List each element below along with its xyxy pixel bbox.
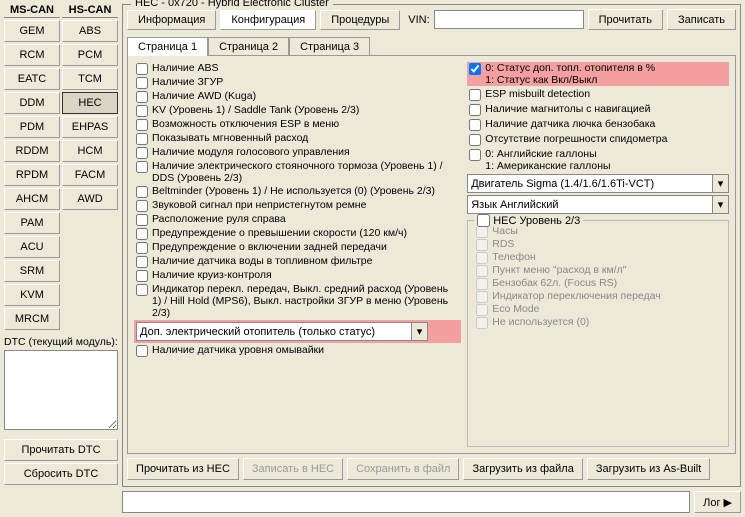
check-cruise[interactable]: Наличие круиз-контроля bbox=[134, 269, 461, 282]
grp-check-gear-ind[interactable]: Индикатор переключения передач bbox=[474, 290, 722, 303]
hs-can-column: HS-CAN ABS PCM TCM HEC EHPAS HCM FACM AW… bbox=[62, 4, 118, 330]
chevron-down-icon: ▾ bbox=[712, 175, 728, 192]
vin-input[interactable] bbox=[434, 10, 584, 29]
module-rddm[interactable]: RDDM bbox=[4, 140, 60, 162]
module-pam[interactable]: PAM bbox=[4, 212, 60, 234]
check-instant-cons[interactable]: Показывать мгновенный расход bbox=[134, 132, 461, 145]
subtab-page3[interactable]: Страница 3 bbox=[289, 37, 370, 56]
check-abs[interactable]: Наличие ABS bbox=[134, 62, 461, 75]
check-zgur[interactable]: Наличие ЗГУР bbox=[134, 76, 461, 89]
save-file-button[interactable]: Сохранить в файл bbox=[347, 458, 459, 480]
check-esp-misbuilt[interactable]: ESP misbuilt detection bbox=[467, 88, 729, 101]
check-heater-status-mode[interactable]: 0: Статус доп. топл. отопителя в % 1: Ст… bbox=[467, 62, 729, 86]
module-ahcm[interactable]: AHCM bbox=[4, 188, 60, 210]
check-washer-level[interactable]: Наличие датчика уровня омывайки bbox=[134, 344, 461, 357]
engine-combo[interactable]: Двигатель Sigma (1.4/1.6/1.6Ti-VCT) ▾ bbox=[467, 174, 729, 193]
check-gear-indicator[interactable]: Индикатор перекл. передач, Выкл. средний… bbox=[134, 283, 461, 319]
check-voice-module[interactable]: Наличие модуля голосового управления bbox=[134, 146, 461, 159]
group-enable-check[interactable] bbox=[477, 214, 490, 227]
check-reverse-warn[interactable]: Предупреждение о включении задней переда… bbox=[134, 241, 461, 254]
grp-check-unused[interactable]: Не используется (0) bbox=[474, 316, 722, 329]
subtab-page1[interactable]: Страница 1 bbox=[127, 37, 208, 56]
module-srm[interactable]: SRM bbox=[4, 260, 60, 282]
check-kv-saddle[interactable]: KV (Уровень 1) / Saddle Tank (Уровень 2/… bbox=[134, 104, 461, 117]
group-title: HEC Уровень 2/3 bbox=[493, 215, 580, 227]
load-file-button[interactable]: Загрузить из файла bbox=[463, 458, 582, 480]
hec-level-group: HEC Уровень 2/3 Часы RDS Телефон Пункт м… bbox=[467, 220, 729, 447]
frame-title: HEC - 0x720 - Hybrid Electronic Cluster bbox=[131, 0, 333, 9]
load-asbuilt-button[interactable]: Загрузить из As-Built bbox=[587, 458, 710, 480]
check-gallon-type[interactable]: 0: Английские галлоны 1: Американские га… bbox=[467, 148, 729, 172]
module-eatc[interactable]: EATC bbox=[4, 68, 60, 90]
module-pdm[interactable]: PDM bbox=[4, 116, 60, 138]
chevron-down-icon: ▾ bbox=[411, 323, 427, 340]
ms-can-column: MS-CAN GEM RCM EATC DDM PDM RDDM RPDM AH… bbox=[4, 4, 60, 330]
module-ehpas[interactable]: EHPAS bbox=[62, 116, 118, 138]
grp-check-phone[interactable]: Телефон bbox=[474, 251, 722, 264]
check-beltminder[interactable]: Beltminder (Уровень 1) / Не используется… bbox=[134, 185, 461, 198]
tab-config[interactable]: Конфигурация bbox=[220, 10, 316, 30]
ms-can-header: MS-CAN bbox=[4, 4, 60, 18]
read-button[interactable]: Прочитать bbox=[588, 9, 663, 30]
read-dtc-button[interactable]: Прочитать DTC bbox=[4, 439, 118, 461]
check-water-in-fuel[interactable]: Наличие датчика воды в топливном фильтре bbox=[134, 255, 461, 268]
read-from-hec-button[interactable]: Прочитать из HEC bbox=[127, 458, 239, 480]
grp-check-tank62[interactable]: Бензобак 62л. (Focus RS) bbox=[474, 277, 722, 290]
module-frame: HEC - 0x720 - Hybrid Electronic Cluster … bbox=[122, 4, 741, 487]
dtc-panel: DTC (текущий модуль): Прочитать DTC Сбро… bbox=[4, 336, 118, 485]
module-acu[interactable]: ACU bbox=[4, 236, 60, 258]
aux-heater-combo[interactable]: Доп. электрический отопитель (только ста… bbox=[136, 322, 428, 341]
aux-heater-combo-value: Доп. электрический отопитель (только ста… bbox=[140, 326, 375, 338]
module-abs[interactable]: ABS bbox=[62, 20, 118, 42]
subtab-page2[interactable]: Страница 2 bbox=[208, 37, 289, 56]
check-fuel-flap[interactable]: Наличие датчика лючка бензобака bbox=[467, 118, 729, 131]
write-to-hec-button[interactable]: Записать в HEC bbox=[243, 458, 343, 480]
log-area[interactable] bbox=[122, 491, 690, 513]
module-mrcm[interactable]: MRCM bbox=[4, 308, 60, 330]
check-speedo-accuracy[interactable]: Отсутствие погрешности спидометра bbox=[467, 133, 729, 146]
tab-info[interactable]: Информация bbox=[127, 10, 216, 30]
module-rpdm[interactable]: RPDM bbox=[4, 164, 60, 186]
left-check-column: Наличие ABS Наличие ЗГУР Наличие AWD (Ku… bbox=[134, 62, 461, 447]
chevron-down-icon: ▾ bbox=[712, 196, 728, 213]
module-facm[interactable]: FACM bbox=[62, 164, 118, 186]
grp-check-rds[interactable]: RDS bbox=[474, 238, 722, 251]
check-epb-dds[interactable]: Наличие электрического стояночного тормо… bbox=[134, 160, 461, 184]
language-combo[interactable]: Язык Английский ▾ bbox=[467, 195, 729, 214]
tab-procedures[interactable]: Процедуры bbox=[320, 10, 400, 30]
module-hec[interactable]: HEC bbox=[62, 92, 118, 114]
vin-label: VIN: bbox=[408, 14, 429, 26]
module-rcm[interactable]: RCM bbox=[4, 44, 60, 66]
grp-check-eco[interactable]: Eco Mode bbox=[474, 303, 722, 316]
module-awd[interactable]: AWD bbox=[62, 188, 118, 210]
module-pcm[interactable]: PCM bbox=[62, 44, 118, 66]
dtc-label: DTC (текущий модуль): bbox=[4, 336, 118, 348]
dtc-textarea[interactable] bbox=[4, 350, 118, 430]
engine-combo-value: Двигатель Sigma (1.4/1.6/1.6Ti-VCT) bbox=[471, 178, 654, 190]
log-button[interactable]: Лог ▶ bbox=[694, 491, 741, 513]
hs-can-header: HS-CAN bbox=[62, 4, 118, 18]
language-combo-value: Язык Английский bbox=[471, 199, 558, 211]
check-nav-radio[interactable]: Наличие магнитолы с навигацией bbox=[467, 103, 729, 116]
module-gem[interactable]: GEM bbox=[4, 20, 60, 42]
write-button[interactable]: Записать bbox=[667, 9, 736, 30]
module-tcm[interactable]: TCM bbox=[62, 68, 118, 90]
check-overspeed[interactable]: Предупреждение о превышении скорости (12… bbox=[134, 227, 461, 240]
module-hcm[interactable]: HCM bbox=[62, 140, 118, 162]
right-column: 0: Статус доп. топл. отопителя в % 1: Ст… bbox=[467, 62, 729, 447]
module-kvm[interactable]: KVM bbox=[4, 284, 60, 306]
check-awd-kuga[interactable]: Наличие AWD (Kuga) bbox=[134, 90, 461, 103]
check-esp-off[interactable]: Возможность отключения ESP в меню bbox=[134, 118, 461, 131]
check-belt-chime[interactable]: Звуковой сигнал при непристегнутом ремне bbox=[134, 199, 461, 212]
module-ddm[interactable]: DDM bbox=[4, 92, 60, 114]
grp-check-kml[interactable]: Пункт меню "расход в км/л" bbox=[474, 264, 722, 277]
clear-dtc-button[interactable]: Сбросить DTC bbox=[4, 463, 118, 485]
check-rhd[interactable]: Расположение руля справа bbox=[134, 213, 461, 226]
